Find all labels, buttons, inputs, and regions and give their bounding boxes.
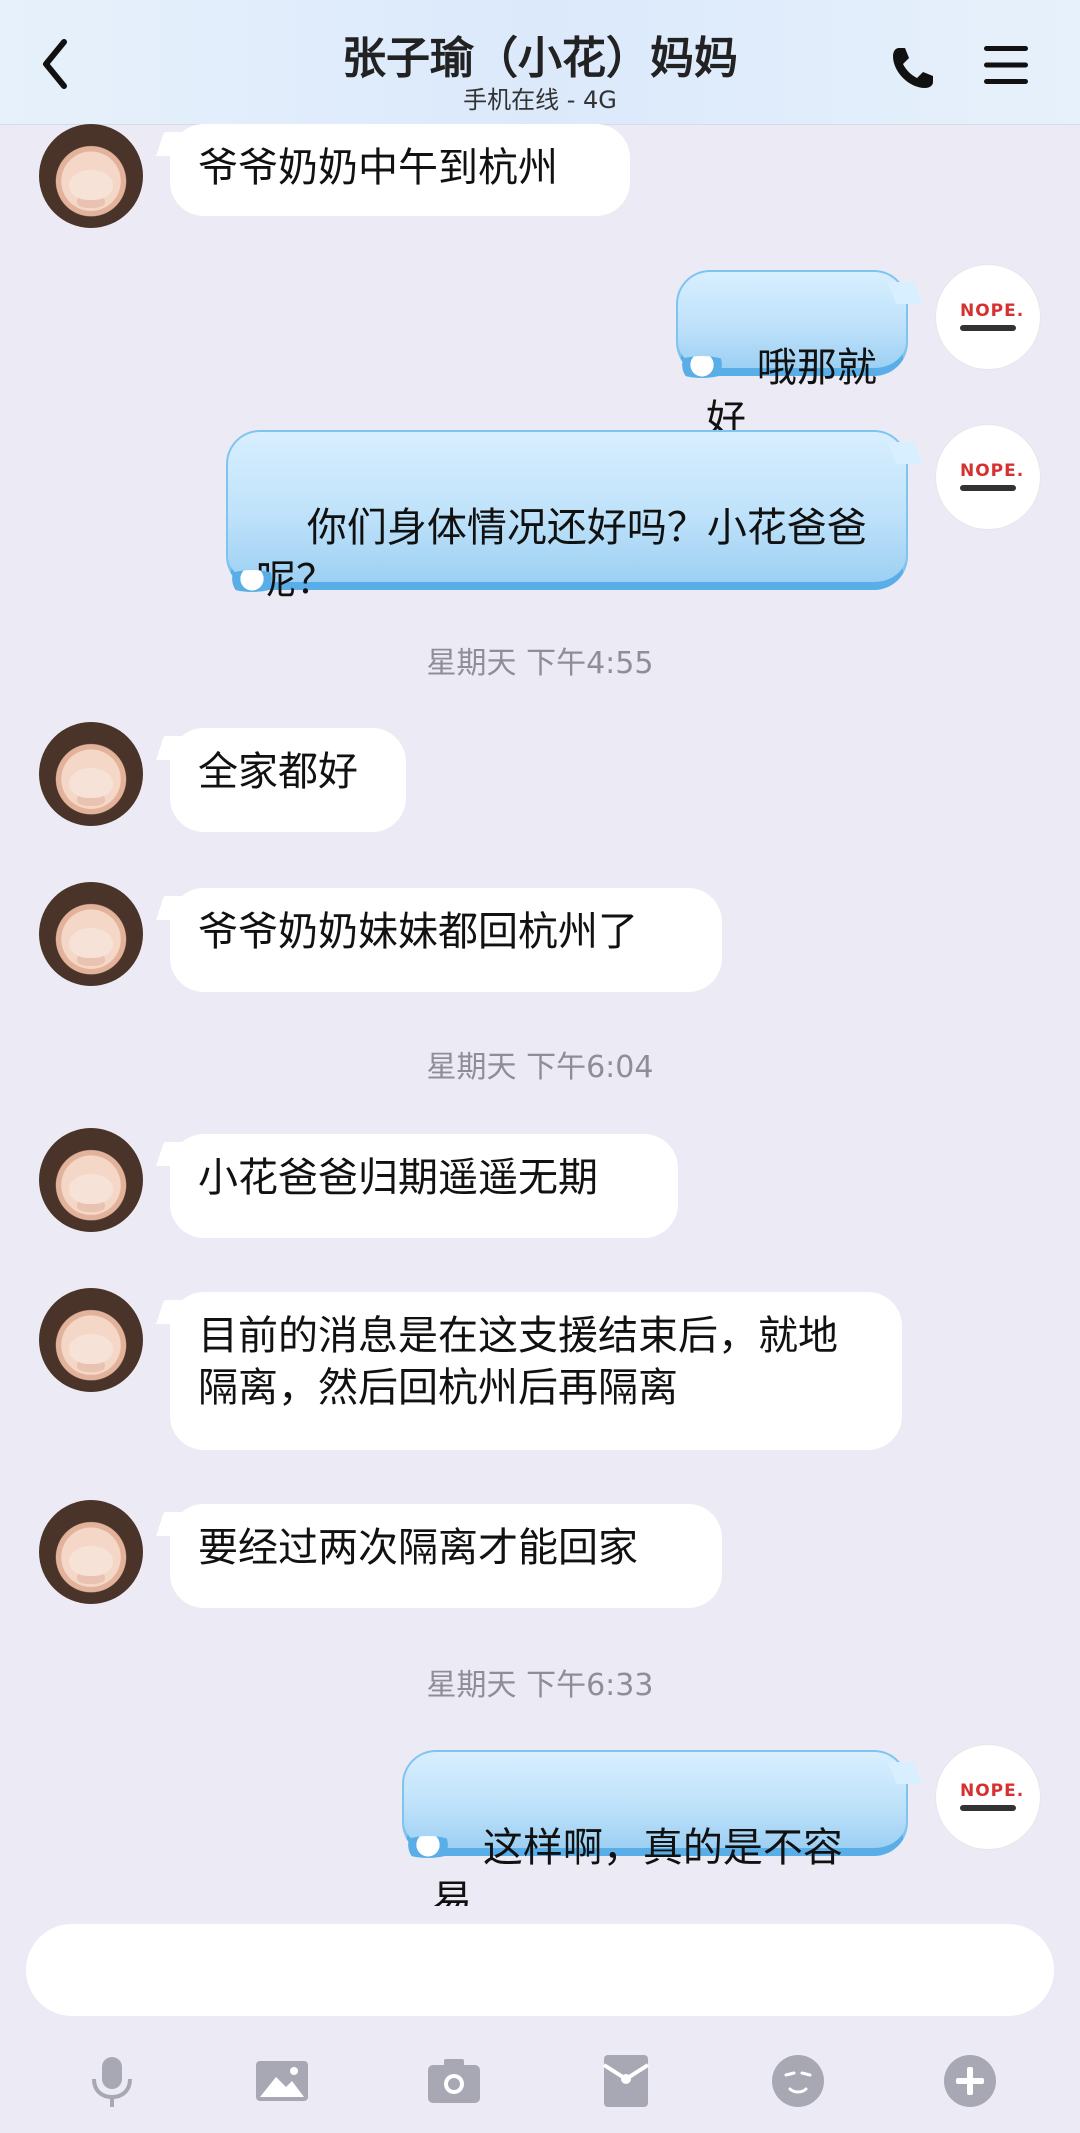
incoming-message-bubble[interactable]: 爷爷奶奶中午到杭州 bbox=[170, 124, 630, 216]
self-avatar-figure bbox=[960, 485, 1016, 491]
more-button[interactable] bbox=[940, 2051, 1000, 2111]
contact-avatar[interactable] bbox=[39, 1288, 143, 1392]
image-icon bbox=[256, 2061, 308, 2101]
wave-decoration-icon bbox=[672, 356, 732, 378]
timestamp: 星期天 下午6:04 bbox=[426, 1050, 654, 1085]
outgoing-message-bubble[interactable]: 你们身体情况还好吗？小花爸爸呢？ bbox=[222, 430, 908, 603]
contact-avatar[interactable] bbox=[39, 722, 143, 826]
camera-icon bbox=[428, 2059, 480, 2103]
incoming-message-bubble[interactable]: 全家都好 bbox=[170, 728, 406, 832]
red-packet-icon bbox=[602, 2055, 650, 2107]
incoming-message-bubble[interactable]: 小花爸爸归期遥遥无期 bbox=[170, 1134, 678, 1238]
self-avatar[interactable]: NOPE. bbox=[935, 424, 1041, 530]
message-input[interactable] bbox=[26, 1924, 1054, 2016]
contact-avatar[interactable] bbox=[39, 882, 143, 986]
message-composer bbox=[0, 1906, 1080, 2133]
contact-avatar[interactable] bbox=[39, 1500, 143, 1604]
red-packet-button[interactable] bbox=[596, 2051, 656, 2111]
self-avatar-logo-text: NOPE. bbox=[960, 461, 1025, 481]
contact-avatar[interactable] bbox=[39, 1128, 143, 1232]
phone-call-button[interactable] bbox=[889, 44, 937, 92]
voice-button[interactable] bbox=[82, 2051, 142, 2111]
phone-icon bbox=[893, 48, 933, 88]
timestamp: 星期天 下午4:55 bbox=[426, 646, 654, 681]
self-avatar[interactable]: NOPE. bbox=[935, 264, 1041, 370]
message-text: 哦那就好 bbox=[706, 345, 877, 443]
camera-button[interactable] bbox=[424, 2051, 484, 2111]
self-avatar-logo-text: NOPE. bbox=[960, 301, 1025, 321]
timestamp: 星期天 下午6:33 bbox=[426, 1668, 654, 1703]
incoming-message-bubble[interactable]: 爷爷奶奶妹妹都回杭州了 bbox=[170, 888, 722, 992]
image-button[interactable] bbox=[252, 2051, 312, 2111]
chat-message-list[interactable]: 爷爷奶奶中午到杭州 NOPE. 哦那就好 NOPE. 你们身体情况还好吗？小花爸… bbox=[0, 124, 1080, 1906]
self-avatar[interactable]: NOPE. bbox=[935, 1744, 1041, 1850]
hamburger-menu-icon bbox=[984, 46, 1028, 84]
contact-avatar[interactable] bbox=[39, 124, 143, 228]
incoming-message-bubble[interactable]: 目前的消息是在这支援结束后，就地隔离，然后回杭州后再隔离 bbox=[170, 1292, 902, 1450]
microphone-icon bbox=[92, 2057, 132, 2107]
wave-decoration-icon bbox=[222, 570, 282, 592]
menu-button[interactable] bbox=[982, 44, 1030, 86]
incoming-message-bubble[interactable]: 要经过两次隔离才能回家 bbox=[170, 1504, 722, 1608]
message-text: 你们身体情况还好吗？小花爸爸呢？ bbox=[256, 505, 867, 603]
emoji-icon bbox=[772, 2055, 824, 2107]
emoji-button[interactable] bbox=[768, 2051, 828, 2111]
chat-header: 张子瑜（小花）妈妈 手机在线 - 4G bbox=[0, 0, 1080, 125]
plus-icon bbox=[944, 2055, 996, 2107]
outgoing-message-bubble[interactable]: 哦那就好 bbox=[672, 270, 908, 443]
self-avatar-logo-text: NOPE. bbox=[960, 1781, 1025, 1801]
message-text: 这样啊，真的是不容易 bbox=[432, 1825, 843, 1906]
wave-decoration-icon bbox=[398, 1836, 458, 1858]
self-avatar-figure bbox=[960, 325, 1016, 331]
outgoing-message-bubble[interactable]: 这样啊，真的是不容易 bbox=[398, 1750, 908, 1906]
self-avatar-figure bbox=[960, 1805, 1016, 1811]
